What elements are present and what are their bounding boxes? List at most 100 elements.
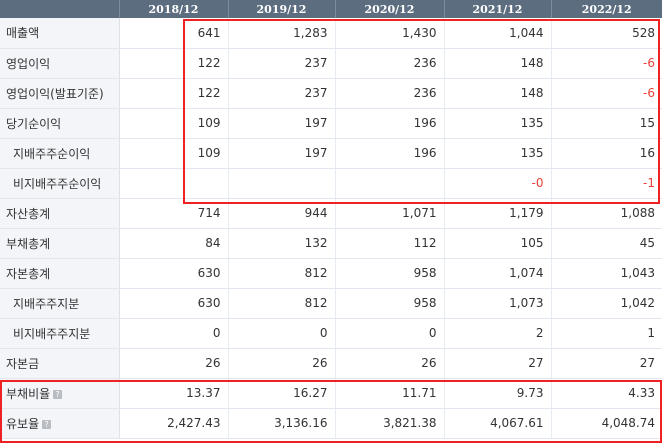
row-capital-stock: 자본금 26 26 26 27 27: [0, 348, 662, 379]
row-operating-profit-reported: 영업이익(발표기준) 122 237 236 148 -6: [0, 78, 662, 109]
row-label: 자본총계: [0, 258, 120, 289]
row-label: 자산총계: [0, 198, 120, 229]
cell: 812: [227, 288, 335, 319]
row-noncontrolling-equity: 비지배주주지분 0 0 0 2 1: [0, 318, 662, 349]
cell: 13.37: [118, 378, 228, 409]
cell: 122: [118, 78, 228, 109]
cell: 11.71: [334, 378, 444, 409]
cell: -0: [443, 168, 551, 199]
row-label: 비지배주주지분: [0, 318, 120, 349]
cell: 26: [118, 348, 228, 379]
cell: 812: [227, 258, 335, 289]
cell: 1,283: [227, 18, 335, 49]
cell: 2,427.43: [118, 408, 228, 439]
row-label-text: 유보율: [6, 416, 40, 431]
cell: [227, 168, 335, 199]
cell: 197: [227, 138, 335, 169]
cell: 45: [550, 228, 662, 259]
cell: 105: [443, 228, 551, 259]
row-noncontrolling-net-income: 비지배주주순이익 -0 -1: [0, 168, 662, 199]
column-header-2018: 2018/12: [118, 0, 228, 18]
cell: 135: [443, 138, 551, 169]
cell: 1,430: [334, 18, 444, 49]
cell: 2: [443, 318, 551, 349]
row-label: 비지배주주순이익: [0, 168, 120, 199]
row-label-with-help: 유보율?: [0, 408, 120, 439]
cell: 958: [334, 288, 444, 319]
cell: 112: [334, 228, 444, 259]
cell: 1,071: [334, 198, 444, 229]
row-total-equity: 자본총계 630 812 958 1,074 1,043: [0, 258, 662, 289]
cell: 3,136.16: [227, 408, 335, 439]
cell: 148: [443, 48, 551, 79]
row-net-income: 당기순이익 109 197 196 135 15: [0, 108, 662, 139]
cell: 26: [227, 348, 335, 379]
cell: 132: [227, 228, 335, 259]
cell: 9.73: [443, 378, 551, 409]
cell: 714: [118, 198, 228, 229]
cell: 27: [550, 348, 662, 379]
financial-summary-table: 2018/12 2019/12 2020/12 2021/12 2022/12 …: [0, 0, 662, 439]
column-header-2021: 2021/12: [443, 0, 551, 18]
row-label: 지배주주순이익: [0, 138, 120, 169]
cell: 148: [443, 78, 551, 109]
row-label: 매출액: [0, 18, 120, 49]
row-controlling-equity: 지배주주지분 630 812 958 1,073 1,042: [0, 288, 662, 319]
row-total-assets: 자산총계 714 944 1,071 1,179 1,088: [0, 198, 662, 229]
cell: 237: [227, 48, 335, 79]
cell: 15: [550, 108, 662, 139]
help-icon[interactable]: ?: [53, 389, 63, 399]
cell: 122: [118, 48, 228, 79]
cell: -6: [550, 48, 662, 79]
row-revenue: 매출액 641 1,283 1,430 1,044 528: [0, 18, 662, 49]
row-label: 부채총계: [0, 228, 120, 259]
column-header-2019: 2019/12: [227, 0, 335, 18]
cell: 1,179: [443, 198, 551, 229]
cell: -1: [550, 168, 662, 199]
cell: 1,073: [443, 288, 551, 319]
cell: -6: [550, 78, 662, 109]
cell: 1,088: [550, 198, 662, 229]
column-header-2022: 2022/12: [550, 0, 662, 18]
cell: 1,074: [443, 258, 551, 289]
cell: 4,067.61: [443, 408, 551, 439]
cell: 16: [550, 138, 662, 169]
cell: 1,042: [550, 288, 662, 319]
cell: 16.27: [227, 378, 335, 409]
row-reserve-ratio: 유보율? 2,427.43 3,136.16 3,821.38 4,067.61 4,04…: [0, 408, 662, 439]
cell: 84: [118, 228, 228, 259]
row-label-text: 부채비율: [6, 386, 51, 401]
row-label: 당기순이익: [0, 108, 120, 139]
row-total-liabilities: 부채총계 84 132 112 105 45: [0, 228, 662, 259]
row-label-with-help: 부채비율?: [0, 378, 120, 409]
cell: 26: [334, 348, 444, 379]
row-operating-profit: 영업이익 122 237 236 148 -6: [0, 48, 662, 79]
row-label: 영업이익(발표기준): [0, 78, 120, 109]
header-corner: [0, 0, 119, 18]
row-controlling-net-income: 지배주주순이익 109 197 196 135 16: [0, 138, 662, 169]
cell: 944: [227, 198, 335, 229]
cell: 236: [334, 48, 444, 79]
header-row: 2018/12 2019/12 2020/12 2021/12 2022/12: [0, 0, 662, 18]
cell: 27: [443, 348, 551, 379]
cell: 1,043: [550, 258, 662, 289]
cell: 236: [334, 78, 444, 109]
cell: 237: [227, 78, 335, 109]
help-icon[interactable]: ?: [42, 419, 52, 429]
cell: 958: [334, 258, 444, 289]
row-label: 자본금: [0, 348, 120, 379]
cell: 1,044: [443, 18, 551, 49]
cell: 197: [227, 108, 335, 139]
cell: [118, 168, 228, 199]
cell: 109: [118, 138, 228, 169]
row-label: 영업이익: [0, 48, 120, 79]
cell: 135: [443, 108, 551, 139]
cell: 528: [550, 18, 662, 49]
cell: 4.33: [550, 378, 662, 409]
cell: 630: [118, 288, 228, 319]
cell: 196: [334, 108, 444, 139]
row-label: 지배주주지분: [0, 288, 120, 319]
cell: 196: [334, 138, 444, 169]
cell: 1: [550, 318, 662, 349]
cell: 630: [118, 258, 228, 289]
